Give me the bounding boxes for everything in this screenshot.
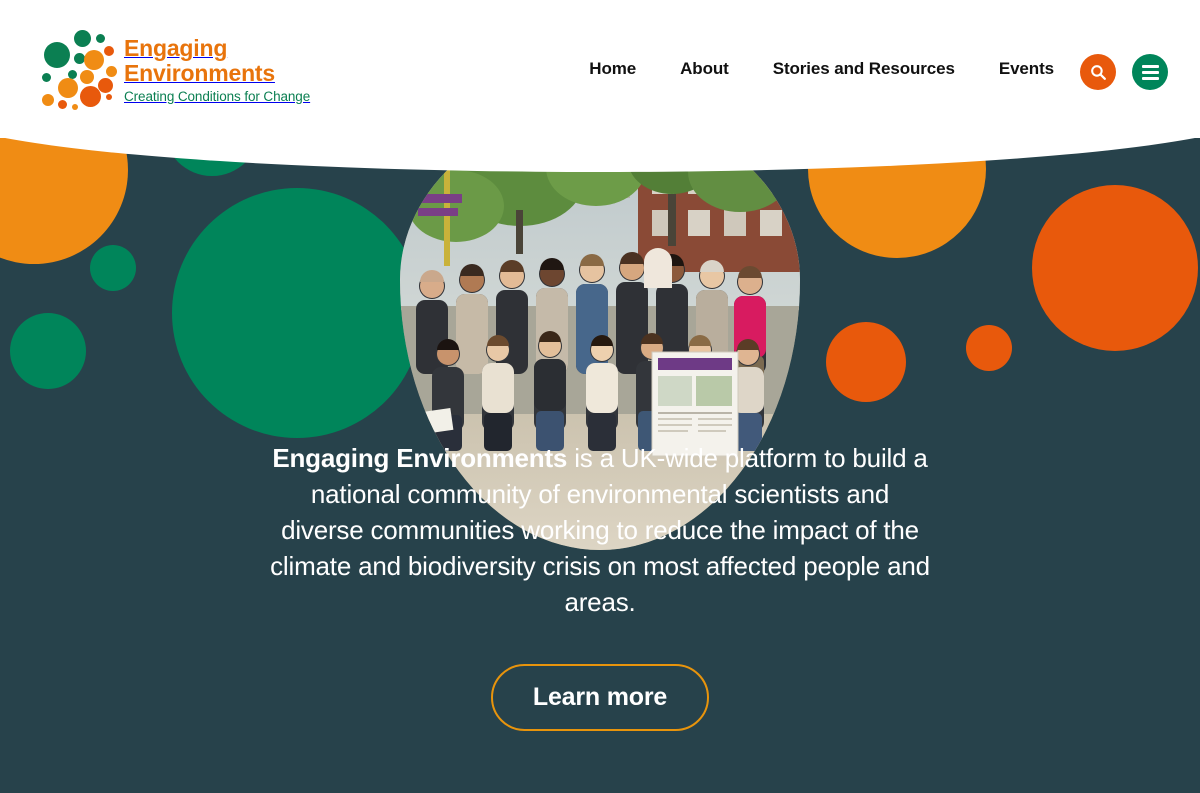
search-icon	[1090, 64, 1106, 80]
decor-circle-orange-medium-right	[826, 322, 906, 402]
decor-circle-orange-small-right	[966, 325, 1012, 371]
logo-line-2: Environments	[124, 60, 275, 86]
hero-section: Engaging Environments is a UK-wide platf…	[0, 138, 1200, 793]
primary-navigation: Home About Stories and Resources Events	[589, 0, 1054, 138]
decor-circle-green-small-mid	[90, 245, 136, 291]
decor-circle-orange-light-topright	[808, 138, 986, 258]
hero-lede: Engaging Environments is a UK-wide platf…	[270, 440, 930, 620]
nav-item-stories-and-resources[interactable]: Stories and Resources	[773, 59, 955, 79]
decor-circle-green-top	[164, 138, 260, 176]
learn-more-button[interactable]: Learn more	[490, 664, 710, 731]
search-button[interactable]	[1080, 54, 1116, 90]
header-actions	[1080, 54, 1168, 90]
hero-copy: Engaging Environments is a UK-wide platf…	[0, 440, 1200, 731]
logo-wordmark: Engaging Environments Creating Condition…	[124, 36, 310, 106]
logo-line-1: Engaging	[124, 35, 228, 61]
logo-tagline: Creating Conditions for Change	[124, 89, 311, 104]
site-header: Engaging Environments Creating Condition…	[0, 0, 1200, 138]
menu-button[interactable]	[1132, 54, 1168, 90]
decor-circle-green-small-lower	[10, 313, 86, 389]
nav-item-events[interactable]: Events	[999, 59, 1054, 79]
nav-item-home[interactable]: Home	[589, 59, 636, 79]
nav-item-about[interactable]: About	[680, 59, 729, 79]
hamburger-menu-icon	[1141, 64, 1159, 80]
hero-cta-row: Learn more	[0, 664, 1200, 731]
site-logo[interactable]: Engaging Environments Creating Condition…	[36, 28, 310, 114]
decor-circle-orange-large-right	[1032, 185, 1198, 351]
logo-dot-cluster-icon	[36, 28, 118, 114]
hero-lede-bold: Engaging Environments	[272, 443, 568, 473]
decor-circle-green-large-left	[172, 188, 422, 438]
